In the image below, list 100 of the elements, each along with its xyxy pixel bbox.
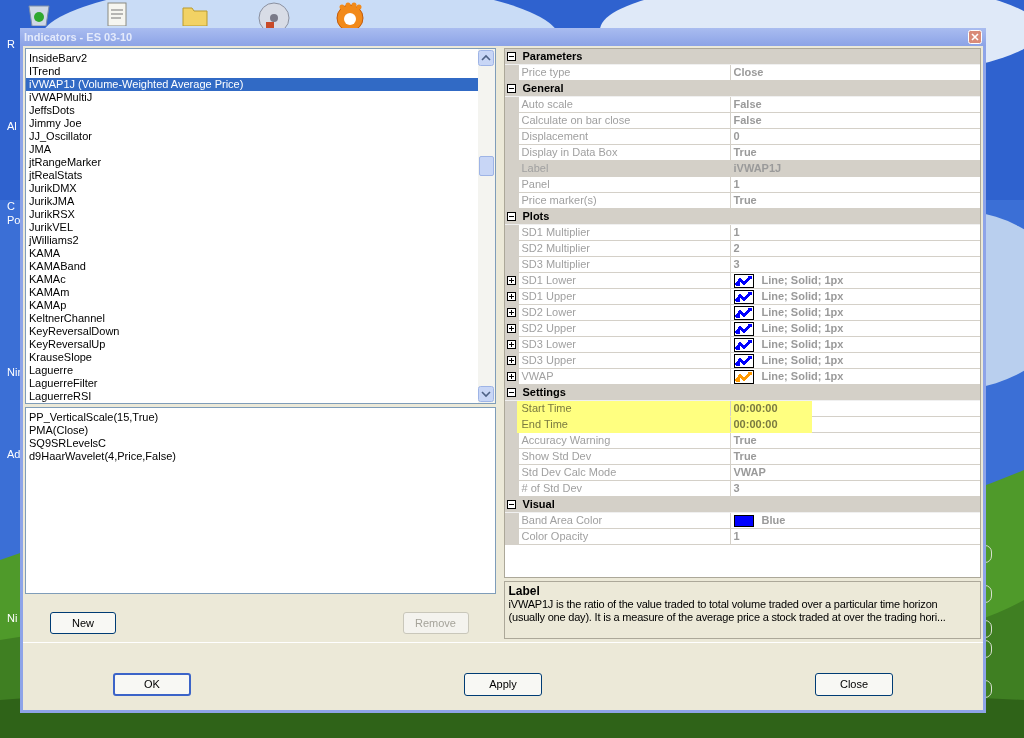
desktop-icon-label[interactable]: Po [7, 214, 21, 227]
property-value[interactable]: 1 [733, 176, 740, 193]
property-value[interactable]: iVWAP1J [733, 160, 782, 177]
property-value[interactable]: True [733, 192, 757, 209]
property-value[interactable]: 1 [733, 528, 740, 545]
property-value[interactable]: 00:00:00 [733, 416, 778, 433]
list-item[interactable]: SQ9SRLevelsC [26, 437, 495, 450]
list-item[interactable]: KrauseSlope [26, 351, 478, 364]
property-value[interactable]: Line; Solid; 1px [761, 304, 844, 321]
property-row[interactable]: Price marker(s) True [504, 193, 980, 209]
property-value[interactable]: False [733, 96, 762, 113]
list-item[interactable]: KAMA [26, 247, 478, 260]
property-row[interactable]: Calculate on bar close False [504, 113, 980, 129]
desktop-icon-label[interactable]: Ad [7, 448, 21, 461]
property-name[interactable]: Auto scale [521, 98, 573, 110]
desktop-icon-label[interactable]: R [7, 38, 15, 51]
property-row[interactable]: SD2 Lower Line; Solid; 1px [504, 305, 980, 321]
list-item[interactable]: KeyReversalDown [26, 325, 478, 338]
property-value[interactable]: 0 [733, 128, 740, 145]
property-row[interactable]: Start Time 00:00:00 [504, 401, 980, 417]
property-value[interactable]: True [733, 144, 757, 161]
property-name[interactable]: Calculate on bar close [521, 114, 631, 126]
property-value[interactable]: Line; Solid; 1px [761, 352, 844, 369]
property-row[interactable]: SD1 Multiplier 1 [504, 225, 980, 241]
ok-button[interactable]: OK [113, 673, 191, 696]
list-item[interactable]: KAMABand [26, 260, 478, 273]
scroll-up-icon[interactable] [478, 50, 494, 66]
scroll-thumb[interactable] [478, 156, 494, 176]
property-row[interactable]: Price type Close [504, 65, 980, 81]
list-item[interactable]: InsideBarv2 [26, 52, 478, 65]
property-row[interactable]: SD3 Lower Line; Solid; 1px [504, 337, 980, 353]
desktop-icon-label[interactable]: Nir [7, 366, 22, 379]
list-item[interactable]: JJ_Oscillator [26, 130, 478, 143]
list-item[interactable]: jtRealStats [26, 169, 478, 182]
property-value[interactable]: True [733, 448, 757, 465]
property-name[interactable]: Band Area Color [521, 514, 603, 526]
list-item[interactable]: KeyReversalUp [26, 338, 478, 351]
property-row[interactable]: Std Dev Calc Mode VWAP [504, 465, 980, 481]
property-name[interactable]: Start Time [521, 402, 572, 414]
property-row[interactable]: Accuracy Warning True [504, 433, 980, 449]
property-name[interactable]: SD2 Multiplier [521, 242, 590, 254]
scroll-down-icon[interactable] [478, 386, 494, 402]
collapse-icon[interactable] [507, 84, 516, 93]
desktop-icon-label[interactable]: C [7, 200, 15, 213]
property-value[interactable]: 3 [733, 256, 740, 273]
collapse-icon[interactable] [507, 388, 516, 397]
property-value[interactable]: Blue [761, 512, 786, 529]
list-item[interactable]: JMA [26, 143, 478, 156]
list-item[interactable]: ITrend [26, 65, 478, 78]
property-value[interactable]: Close [733, 64, 764, 81]
new-button[interactable]: New [50, 612, 116, 634]
property-row[interactable]: SD1 Upper Line; Solid; 1px [504, 289, 980, 305]
list-item[interactable]: KAMAp [26, 299, 478, 312]
collapse-icon[interactable] [507, 212, 516, 221]
property-name[interactable]: Accuracy Warning [521, 434, 611, 446]
property-name[interactable]: SD2 Upper [521, 322, 576, 334]
list-item[interactable]: JurikJMA [26, 195, 478, 208]
list-item[interactable]: KeltnerChannel [26, 312, 478, 325]
list-item[interactable]: PMA(Close) [26, 424, 495, 437]
property-name[interactable]: SD1 Upper [521, 290, 576, 302]
property-name[interactable]: SD1 Lower [521, 274, 576, 286]
property-row[interactable]: # of Std Dev 3 [504, 481, 980, 497]
property-name[interactable]: SD3 Multiplier [521, 258, 590, 270]
list-item[interactable]: d9HaarWavelet(4,Price,False) [26, 450, 495, 463]
list-item[interactable]: PP_VerticalScale(15,True) [26, 411, 495, 424]
list-item[interactable]: jWilliams2 [26, 234, 478, 247]
property-value[interactable]: Line; Solid; 1px [761, 320, 844, 337]
property-row[interactable]: SD2 Upper Line; Solid; 1px [504, 321, 980, 337]
property-name[interactable]: SD2 Lower [521, 306, 576, 318]
property-name[interactable]: # of Std Dev [521, 482, 583, 494]
list-item[interactable]: Laguerre [26, 364, 478, 377]
desktop-icon-label[interactable]: Ni [7, 612, 18, 625]
property-name[interactable]: Color Opacity [521, 530, 589, 542]
list-item[interactable]: JeffsDots [26, 104, 478, 117]
property-value[interactable]: True [733, 432, 757, 449]
property-name[interactable]: Panel [521, 178, 550, 190]
property-row[interactable]: Panel 1 [504, 177, 980, 193]
list-item[interactable]: LaguerreFilter [26, 377, 478, 390]
property-value[interactable]: VWAP [733, 464, 766, 481]
list-item[interactable]: Jimmy Joe [26, 117, 478, 130]
property-value[interactable]: False [733, 112, 762, 129]
collapse-icon[interactable] [507, 500, 516, 509]
property-name[interactable]: Show Std Dev [521, 450, 592, 462]
property-value[interactable]: Line; Solid; 1px [761, 272, 844, 289]
property-name[interactable]: Displacement [521, 130, 589, 142]
close-button[interactable]: Close [815, 673, 893, 696]
property-name[interactable]: End Time [521, 418, 568, 430]
property-name[interactable]: SD3 Upper [521, 354, 576, 366]
list-item[interactable]: JurikVEL [26, 221, 478, 234]
list-item[interactable]: KAMAc [26, 273, 478, 286]
property-row[interactable]: SD1 Lower Line; Solid; 1px [504, 273, 980, 289]
apply-button[interactable]: Apply [464, 673, 542, 696]
property-row[interactable]: SD2 Multiplier 2 [504, 241, 980, 257]
property-row[interactable]: Band Area Color Blue [504, 513, 980, 529]
list-item[interactable]: jtRangeMarker [26, 156, 478, 169]
recycle-bin-icon[interactable] [26, 2, 52, 26]
property-name[interactable]: SD1 Multiplier [521, 226, 590, 238]
list-item[interactable]: iVWAPMultiJ [26, 91, 478, 104]
list-item[interactable]: JurikDMX [26, 182, 478, 195]
list-item[interactable]: iVWAP1J (Volume-Weighted Average Price) [26, 78, 478, 91]
